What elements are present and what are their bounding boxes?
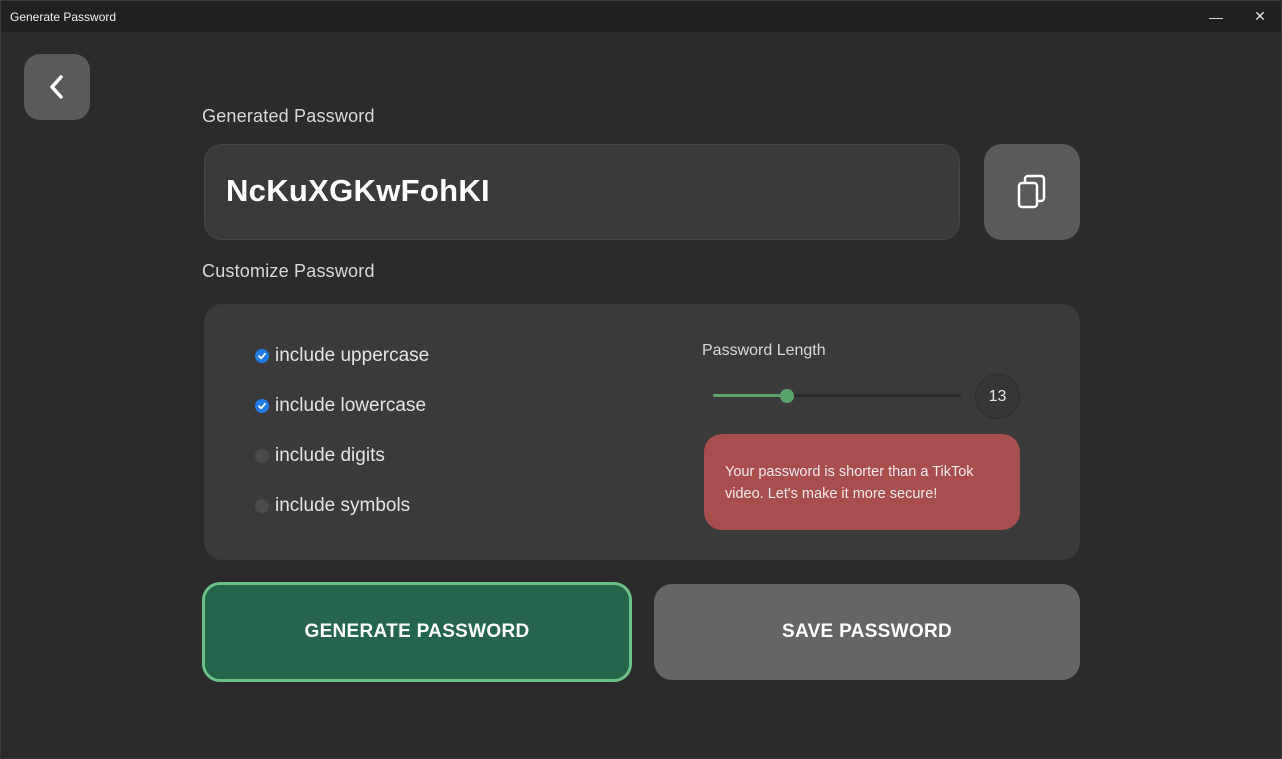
- option-symbols[interactable]: include symbols: [255, 494, 410, 518]
- customize-panel: include uppercase include lowercase incl…: [204, 304, 1080, 560]
- option-label: include symbols: [275, 495, 411, 516]
- generate-password-label: GENERATE PASSWORD: [304, 621, 530, 642]
- password-length-label: Password Length: [702, 342, 826, 359]
- option-digits[interactable]: include digits: [255, 444, 385, 468]
- customize-password-label: Customize Password: [202, 261, 375, 281]
- generate-password-button[interactable]: GENERATE PASSWORD: [202, 582, 632, 682]
- slider-thumb[interactable]: [780, 389, 795, 403]
- checkbox[interactable]: [255, 349, 269, 363]
- checkbox[interactable]: [255, 449, 269, 463]
- close-icon: ✕: [1254, 8, 1266, 24]
- option-label: include digits: [275, 445, 385, 466]
- generated-password-text[interactable]: NcKuXGKwFohKI: [226, 173, 490, 209]
- option-lowercase[interactable]: include lowercase: [255, 394, 426, 418]
- window-title: Generate Password: [10, 10, 117, 24]
- copy-button[interactable]: [984, 144, 1080, 240]
- copy-icon: [1017, 174, 1046, 209]
- title-bar: Generate Password — ✕: [1, 1, 1281, 32]
- option-label: include uppercase: [275, 345, 430, 366]
- back-button[interactable]: [24, 54, 90, 120]
- password-length-slider[interactable]: [713, 384, 961, 408]
- option-label: include lowercase: [275, 395, 427, 416]
- checkbox[interactable]: [255, 399, 269, 413]
- minimize-button[interactable]: —: [1194, 1, 1238, 32]
- save-password-label: SAVE PASSWORD: [782, 621, 952, 642]
- password-length-value: 13: [975, 374, 1020, 419]
- save-password-button[interactable]: SAVE PASSWORD: [654, 584, 1080, 680]
- minimize-icon: —: [1209, 8, 1223, 25]
- checkbox[interactable]: [255, 499, 269, 513]
- password-strength-warning: Your password is shorter than a TikTok v…: [704, 434, 1020, 530]
- option-uppercase[interactable]: include uppercase: [255, 344, 429, 368]
- slider-fill: [713, 394, 788, 397]
- close-button[interactable]: ✕: [1238, 1, 1282, 32]
- generated-password-label: Generated Password: [202, 106, 375, 126]
- app-window: Generate Password — ✕ Generated Password…: [0, 0, 1282, 759]
- generated-password-field[interactable]: NcKuXGKwFohKI: [204, 144, 960, 240]
- chevron-left-icon: [50, 75, 63, 99]
